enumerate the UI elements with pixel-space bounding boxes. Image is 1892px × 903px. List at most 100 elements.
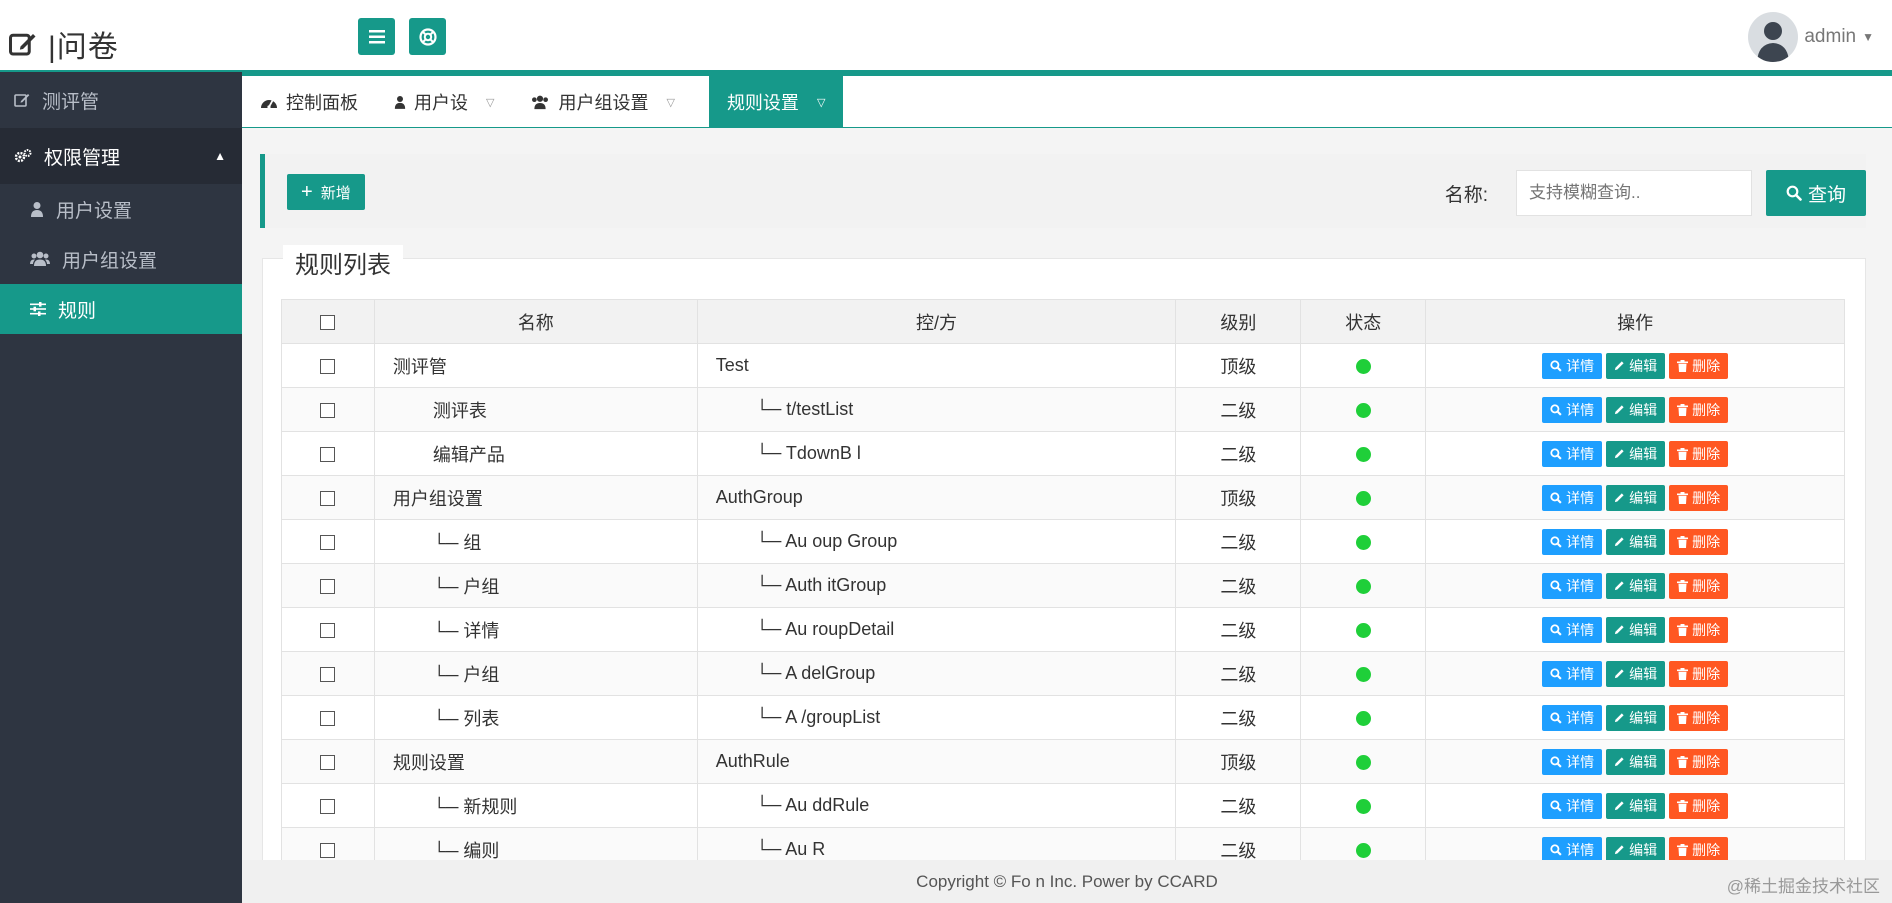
edit-button[interactable]: 编辑 [1606, 792, 1666, 819]
row-checkbox[interactable] [320, 798, 336, 814]
delete-button[interactable]: 删除 [1669, 660, 1729, 687]
delete-button[interactable]: 删除 [1669, 792, 1729, 819]
detail-label: 详情 [1566, 533, 1595, 550]
column-header-actions: 操作 [1425, 299, 1845, 344]
rule-status [1300, 739, 1427, 784]
edit-button[interactable]: 编辑 [1606, 528, 1666, 555]
table-row: 测评表 └─ t/testList 二级 详情 编辑 删除 [281, 387, 1845, 432]
menu-toggle-button[interactable] [358, 18, 395, 55]
chevron-down-icon[interactable]: ▽ [486, 96, 494, 109]
row-checkbox[interactable] [320, 490, 336, 506]
edit-button[interactable]: 编辑 [1606, 440, 1666, 467]
row-checkbox[interactable] [320, 754, 336, 770]
tab-rule-settings[interactable]: 规则设置 ▽ [708, 76, 844, 128]
edit-button[interactable]: 编辑 [1606, 660, 1666, 687]
delete-button[interactable]: 删除 [1669, 572, 1729, 599]
row-checkbox[interactable] [320, 622, 336, 638]
detail-label: 详情 [1566, 797, 1595, 814]
query-button[interactable]: 查询 [1766, 170, 1866, 216]
users-icon [30, 251, 50, 266]
trash-icon [1677, 535, 1689, 548]
table-row: └─ 户组 └─ Auth itGroup 二级 详情 编辑 删除 [281, 563, 1845, 608]
rule-table: 名称 控/方 级别 状态 操作 测评管 Test 顶级 详情 编辑 删除 测评表 └─ t/t… [281, 299, 1845, 872]
detail-button[interactable]: 详情 [1542, 748, 1603, 775]
row-checkbox[interactable] [320, 578, 336, 594]
detail-button[interactable]: 详情 [1542, 484, 1603, 511]
row-select-cell [281, 739, 375, 784]
edit-button[interactable]: 编辑 [1606, 704, 1666, 731]
row-checkbox[interactable] [320, 666, 336, 682]
tab-dashboard[interactable]: 控制面板 [242, 76, 376, 128]
row-checkbox[interactable] [320, 842, 336, 858]
column-header-level[interactable]: 级别 [1175, 299, 1302, 344]
row-checkbox[interactable] [320, 402, 336, 418]
chevron-down-icon[interactable]: ▽ [666, 96, 674, 109]
row-checkbox[interactable] [320, 710, 336, 726]
column-header-path[interactable]: 控/方 [696, 299, 1177, 344]
search-icon [1550, 579, 1562, 592]
sidebar-item-rules[interactable]: 规则 [0, 284, 242, 334]
search-input[interactable] [1516, 170, 1752, 216]
copyright-text: Copyright © Fo n Inc. Power by CCARD [916, 872, 1218, 891]
select-all-checkbox[interactable] [320, 314, 336, 330]
edit-label: 编辑 [1629, 401, 1658, 418]
search-toolbar: + 新增 名称: 查询 [260, 154, 1866, 228]
edit-button[interactable]: 编辑 [1606, 352, 1666, 379]
delete-button[interactable]: 删除 [1669, 396, 1729, 423]
search-icon [1550, 843, 1562, 856]
detail-label: 详情 [1566, 489, 1595, 506]
sidebar-item-permissions[interactable]: 权限管理 ▲ [0, 128, 242, 184]
delete-button[interactable]: 删除 [1669, 704, 1729, 731]
detail-button[interactable]: 详情 [1542, 616, 1603, 643]
edit-button[interactable]: 编辑 [1606, 836, 1666, 863]
detail-button[interactable]: 详情 [1542, 352, 1603, 379]
column-header-status[interactable]: 状态 [1300, 299, 1427, 344]
rule-name: └─ 新规则 [373, 783, 698, 828]
delete-button[interactable]: 删除 [1669, 484, 1729, 511]
edit-button[interactable]: 编辑 [1606, 396, 1666, 423]
edit-button[interactable]: 编辑 [1606, 484, 1666, 511]
detail-button[interactable]: 详情 [1542, 704, 1603, 731]
delete-label: 删除 [1692, 401, 1721, 418]
status-dot [1355, 534, 1371, 550]
edit-button[interactable]: 编辑 [1606, 572, 1666, 599]
sidebar-item-user-settings[interactable]: 用户设置 [0, 184, 242, 234]
name-label: 名称: [1444, 185, 1488, 206]
edit-button[interactable]: 编辑 [1606, 616, 1666, 643]
main-content: + 新增 名称: 查询 规则列表 名称 控/方 级别 [242, 128, 1892, 872]
delete-button[interactable]: 删除 [1669, 748, 1729, 775]
delete-button[interactable]: 删除 [1669, 528, 1729, 555]
detail-button[interactable]: 详情 [1542, 440, 1603, 467]
user-menu[interactable]: admin ▼ [1748, 12, 1874, 62]
logo[interactable]: |问卷 [8, 22, 119, 66]
avatar [1748, 12, 1799, 62]
detail-button[interactable]: 详情 [1542, 792, 1603, 819]
row-select-cell [281, 475, 375, 520]
chevron-down-icon[interactable]: ▽ [817, 96, 825, 109]
detail-button[interactable]: 详情 [1542, 528, 1603, 555]
sidebar-item-evaluation[interactable]: 测评管 [0, 72, 242, 128]
table-row: └─ 详情 └─ Au roupDetail 二级 详情 编辑 删除 [281, 607, 1845, 652]
add-button[interactable]: + 新增 [287, 174, 365, 210]
sidebar-item-group-settings[interactable]: 用户组设置 [0, 234, 242, 284]
row-actions: 详情 编辑 删除 [1425, 475, 1845, 520]
detail-button[interactable]: 详情 [1542, 572, 1603, 599]
delete-label: 删除 [1692, 797, 1721, 814]
delete-button[interactable]: 删除 [1669, 352, 1729, 379]
delete-button[interactable]: 删除 [1669, 440, 1729, 467]
tab-group-settings[interactable]: 用户组设置 ▽ [512, 76, 692, 128]
row-checkbox[interactable] [320, 446, 336, 462]
delete-button[interactable]: 删除 [1669, 616, 1729, 643]
detail-button[interactable]: 详情 [1542, 660, 1603, 687]
row-actions: 详情 编辑 删除 [1425, 783, 1845, 828]
row-checkbox[interactable] [320, 534, 336, 550]
column-header-name[interactable]: 名称 [373, 299, 698, 344]
detail-button[interactable]: 详情 [1542, 836, 1603, 863]
delete-button[interactable]: 删除 [1669, 836, 1729, 863]
detail-button[interactable]: 详情 [1542, 396, 1603, 423]
edit-button[interactable]: 编辑 [1606, 748, 1666, 775]
help-button[interactable] [409, 18, 446, 55]
tab-user-settings[interactable]: 用户设 ▽ [376, 76, 512, 128]
users-icon [532, 95, 549, 109]
row-checkbox[interactable] [320, 358, 336, 374]
